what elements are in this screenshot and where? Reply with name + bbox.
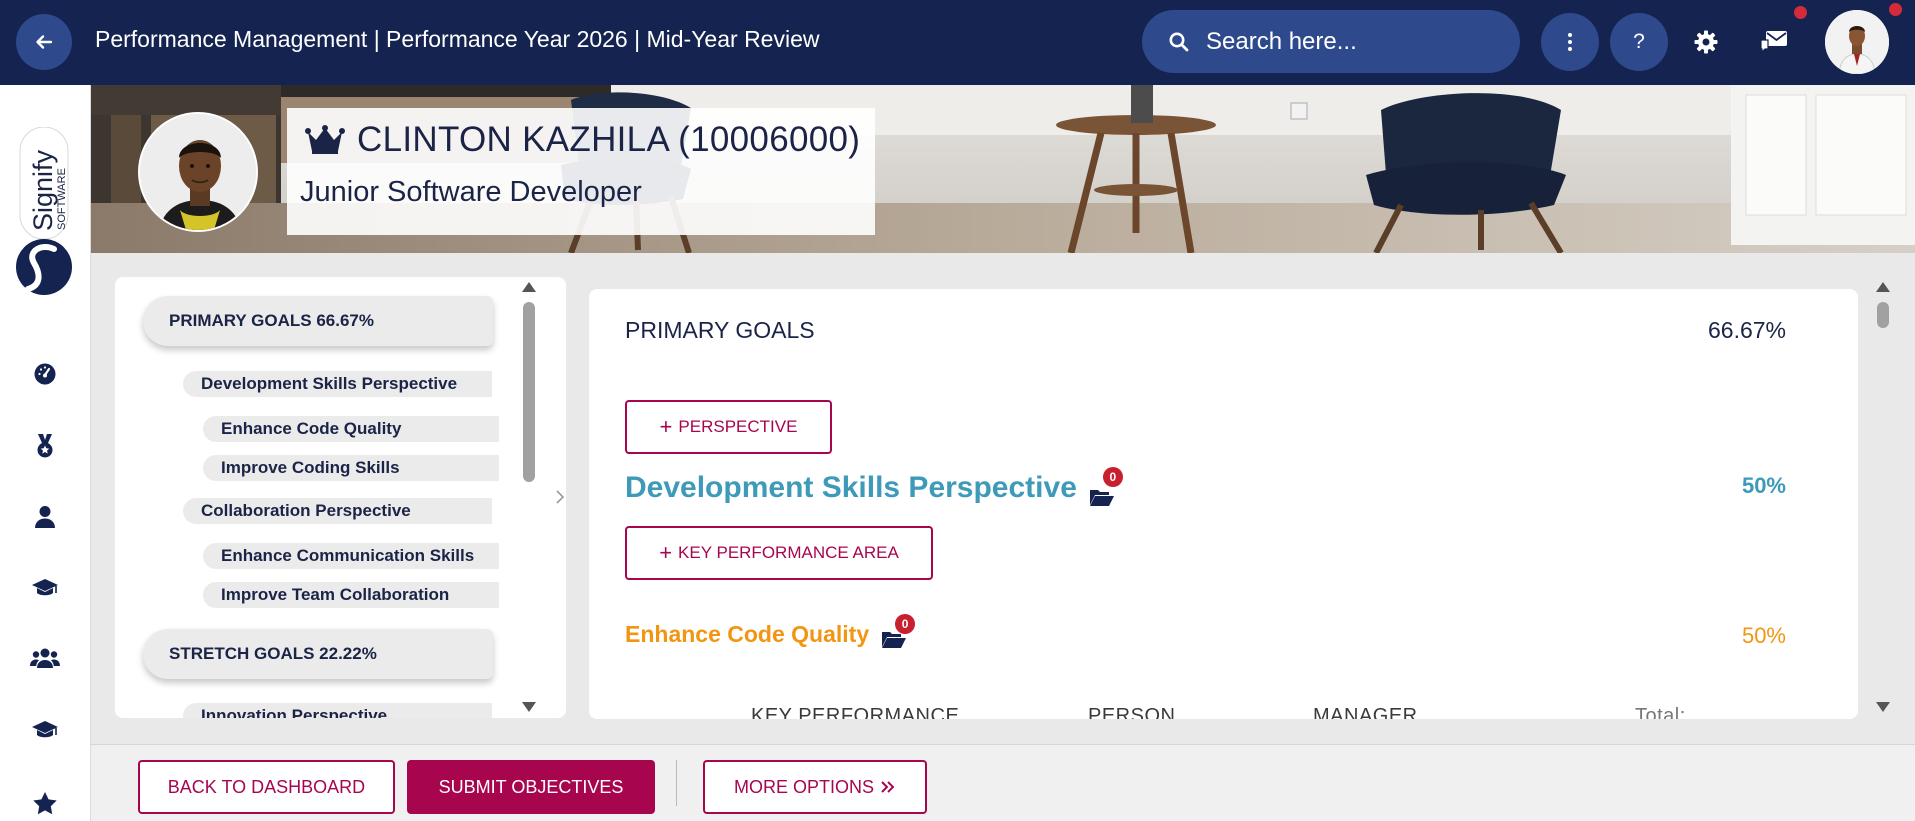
job-title: Junior Software Developer bbox=[300, 176, 642, 208]
nav-dashboard[interactable] bbox=[27, 356, 63, 392]
attachments-button[interactable]: 0 bbox=[1089, 467, 1123, 506]
table-header-total: Total: bbox=[1635, 705, 1686, 719]
crown-icon bbox=[305, 125, 345, 154]
graduation-cap-icon bbox=[32, 579, 58, 596]
arrow-left-icon bbox=[36, 35, 53, 49]
bottom-action-bar: BACK TO DASHBOARD SUBMIT OBJECTIVES MORE… bbox=[91, 744, 1915, 821]
nav-awards[interactable] bbox=[27, 428, 63, 464]
goals-detail-panel: PRIMARY GOALS 66.67% + PERSPECTIVE Devel… bbox=[589, 289, 1858, 719]
more-options-label: MORE OPTIONS bbox=[733, 776, 874, 797]
settings-button[interactable] bbox=[1686, 22, 1726, 62]
tree-scrollbar-thumb[interactable] bbox=[523, 302, 535, 482]
tree-kpa-enhance-communication[interactable]: Enhance Communication Skills bbox=[203, 543, 499, 569]
back-button[interactable] bbox=[16, 14, 72, 70]
submit-objectives-button[interactable]: SUBMIT OBJECTIVES bbox=[407, 760, 655, 814]
goals-tree-panel: PRIMARY GOALS 66.67% Development Skills … bbox=[115, 277, 566, 718]
perspective-heading[interactable]: Development Skills Perspective 0 bbox=[625, 467, 1123, 506]
gear-icon bbox=[1694, 30, 1718, 54]
messages-button[interactable] bbox=[1754, 22, 1794, 62]
perspective-percentage: 50% bbox=[1741, 473, 1786, 498]
main-scroll-down-arrow[interactable] bbox=[1876, 702, 1890, 712]
search-icon bbox=[1166, 29, 1192, 55]
add-perspective-label: PERSPECTIVE bbox=[678, 417, 798, 436]
employee-name-card: CLINTON KAZHILA (10006000) Junior Softwa… bbox=[287, 108, 875, 235]
star-icon bbox=[33, 792, 57, 815]
main-scroll-up-arrow[interactable] bbox=[1876, 282, 1890, 292]
attachments-count-badge: 0 bbox=[895, 613, 916, 634]
user-notification-dot bbox=[1889, 3, 1902, 16]
table-header-key-performance: KEY PERFORMANCE bbox=[751, 705, 960, 719]
tree-stretch-goals[interactable]: STRETCH GOALS 22.22% bbox=[143, 629, 493, 679]
graduation-cap-icon bbox=[32, 721, 58, 738]
left-sidebar: Signify SOFTWARE bbox=[0, 85, 91, 821]
tree-scroll-up-arrow[interactable] bbox=[522, 282, 536, 292]
more-options-button[interactable] bbox=[1541, 13, 1599, 71]
perspective-title: Development Skills Perspective bbox=[625, 471, 1077, 504]
search-input[interactable] bbox=[1206, 27, 1506, 56]
tree-perspective-innovation[interactable]: Innovation Perspective bbox=[183, 703, 492, 718]
page-title: Performance Management | Performance Yea… bbox=[95, 26, 820, 52]
nav-team[interactable] bbox=[27, 640, 63, 676]
nav-courses[interactable] bbox=[27, 712, 63, 748]
kpa-title: Enhance Code Quality bbox=[625, 621, 870, 647]
svg-text:SOFTWARE: SOFTWARE bbox=[56, 168, 68, 230]
search-bar[interactable] bbox=[1142, 10, 1520, 73]
add-kpa-label: KEY PERFORMANCE AREA bbox=[678, 543, 899, 562]
section-percentage: 66.67% bbox=[1707, 317, 1786, 343]
tree-primary-goals[interactable]: PRIMARY GOALS 66.67% bbox=[143, 296, 493, 346]
back-to-dashboard-button[interactable]: BACK TO DASHBOARD bbox=[138, 760, 395, 814]
folder-open-icon bbox=[1089, 490, 1114, 506]
user-icon bbox=[35, 506, 55, 528]
tree-kpa-improve-coding-skills[interactable]: Improve Coding Skills bbox=[203, 455, 499, 481]
dashboard-icon bbox=[34, 363, 56, 385]
table-header-person: PERSON bbox=[1088, 705, 1176, 719]
table-header-manager: MANAGER bbox=[1313, 705, 1418, 719]
attachments-count-badge: 0 bbox=[1102, 467, 1123, 487]
employee-photo bbox=[138, 112, 258, 232]
messages-notification-dot bbox=[1794, 6, 1807, 19]
employee-portrait bbox=[140, 114, 256, 230]
more-options-footer-button[interactable]: MORE OPTIONS bbox=[703, 760, 927, 814]
employee-name: CLINTON KAZHILA (10006000) bbox=[357, 120, 861, 159]
help-icon: ? bbox=[1633, 30, 1645, 53]
kpa-heading[interactable]: Enhance Code Quality 0 bbox=[625, 613, 916, 648]
plus-icon: + bbox=[659, 540, 673, 565]
add-perspective-button[interactable]: + PERSPECTIVE bbox=[625, 400, 832, 454]
tree-kpa-enhance-code-quality[interactable]: Enhance Code Quality bbox=[203, 416, 499, 442]
mail-chat-icon bbox=[1760, 31, 1787, 54]
more-vertical-icon bbox=[1568, 33, 1572, 51]
footer-divider bbox=[676, 760, 677, 806]
tree-perspective-development[interactable]: Development Skills Perspective bbox=[183, 371, 492, 397]
tree-kpa-improve-team-collaboration[interactable]: Improve Team Collaboration bbox=[203, 582, 499, 608]
user-avatar[interactable] bbox=[1825, 10, 1889, 74]
signify-logo: Signify SOFTWARE bbox=[14, 126, 74, 297]
nav-profile[interactable] bbox=[27, 499, 63, 535]
attachments-button[interactable]: 0 bbox=[881, 613, 916, 648]
main-scrollbar-thumb[interactable] bbox=[1877, 302, 1889, 328]
tree-perspective-collaboration[interactable]: Collaboration Perspective bbox=[183, 498, 492, 524]
double-chevron-right-icon bbox=[881, 781, 895, 793]
plus-icon: + bbox=[659, 414, 673, 439]
medal-icon bbox=[37, 434, 53, 458]
section-title: PRIMARY GOALS bbox=[625, 317, 815, 343]
help-button[interactable]: ? bbox=[1610, 13, 1668, 71]
svg-text:Signify: Signify bbox=[28, 149, 58, 231]
team-icon bbox=[30, 648, 60, 668]
nav-learning[interactable] bbox=[27, 570, 63, 606]
tree-scroll-down-arrow[interactable] bbox=[522, 702, 536, 712]
chevron-right-icon bbox=[556, 490, 564, 504]
user-photo bbox=[1825, 10, 1889, 74]
panel-expand-button[interactable] bbox=[553, 487, 567, 507]
top-bar: Performance Management | Performance Yea… bbox=[0, 0, 1915, 85]
kpa-percentage: 50% bbox=[1741, 623, 1786, 648]
nav-favorites[interactable] bbox=[27, 785, 63, 821]
add-key-performance-area-button[interactable]: + KEY PERFORMANCE AREA bbox=[625, 526, 933, 580]
